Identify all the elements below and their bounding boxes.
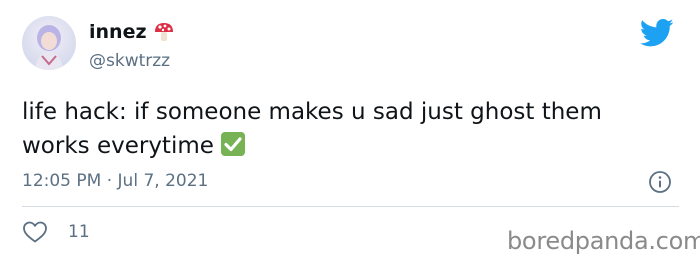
timestamp[interactable]: 12:05 PM · Jul 7, 2021	[22, 170, 208, 192]
like-action[interactable]: 11	[22, 220, 90, 244]
mushroom-icon	[154, 23, 173, 41]
tweet-text: life hack: if someone makes u sad just g…	[22, 95, 682, 163]
twitter-bird-icon[interactable]	[640, 18, 674, 48]
info-icon[interactable]	[648, 170, 672, 194]
likes-count: 11	[68, 222, 90, 242]
tweet-text-line-1: life hack: if someone makes u sad just g…	[22, 99, 602, 125]
tweet-text-line-2: works everytime	[22, 129, 682, 163]
avatar-image	[22, 16, 76, 70]
name-row: innez	[89, 20, 175, 44]
divider	[22, 206, 679, 207]
handle[interactable]: @skwtrzz	[89, 50, 170, 72]
tweet-card: innez @skwtrzz life hack: if someone mak…	[0, 0, 700, 260]
watermark: boredpanda.com	[507, 227, 700, 255]
avatar[interactable]	[22, 16, 76, 70]
display-name[interactable]: innez	[89, 20, 147, 44]
check-mark-button-icon	[220, 132, 245, 156]
tweet-text-line-2-words: works everytime	[22, 133, 214, 159]
heart-icon[interactable]	[22, 220, 48, 244]
